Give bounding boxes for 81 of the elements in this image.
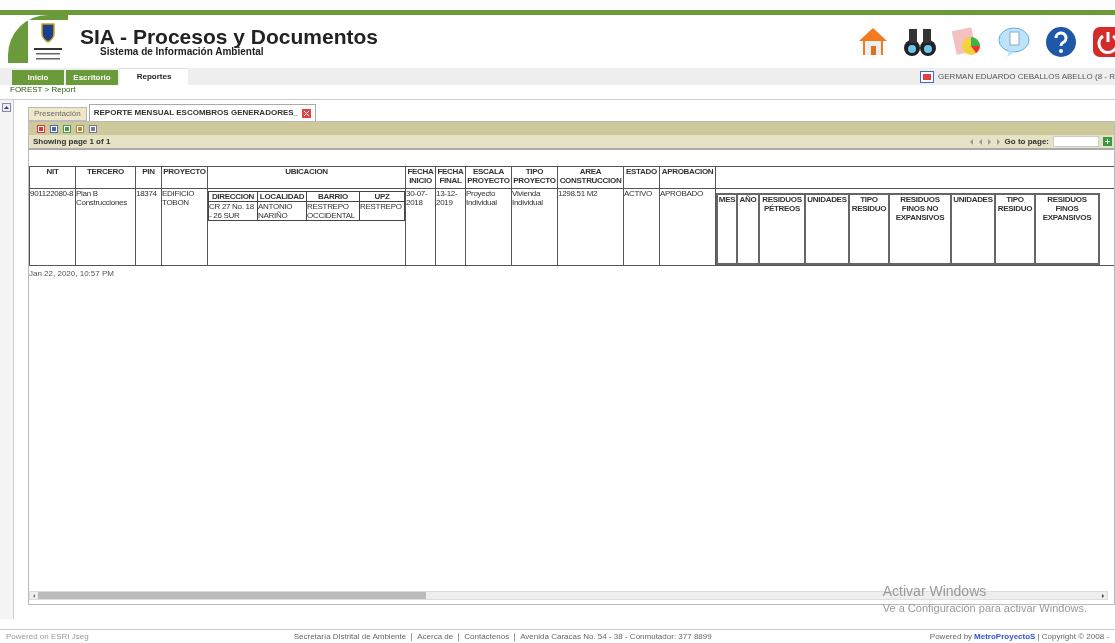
footer-link[interactable]: Secretaría Distrital de Ambiente [288,632,412,641]
toolbar-icon[interactable] [63,124,71,133]
column-header: UPZ [359,191,405,202]
table-cell: ACTIVO [623,188,660,266]
column-header: ESCALA PROYECTO [465,166,512,189]
generated-date: Jan 22, 2020, 10:57 PM [29,268,114,280]
column-header: DIRECCION [208,191,258,202]
user-icon [920,70,935,83]
column-header: UBICACION [207,166,406,189]
footer-link[interactable]: Avenida Caracas No. 54 - 38 - Conmutador: 377 8899 [514,632,717,641]
table-cell: Vivienda Individual [511,188,558,266]
column-header: LOCALIDAD [257,191,307,202]
toolbar-icon[interactable] [37,124,45,133]
table-cell: EDIFICIO TOBON [161,188,208,266]
scrollbar-thumb[interactable] [38,592,426,599]
column-header: TIPO PROYECTO [511,166,558,189]
column-header: RESIDUOS FINOS NO EXPANSIVOS [889,194,951,264]
collapse-icon[interactable] [2,103,11,112]
column-header: BARRIO [306,191,360,202]
column-header: RESIDUOS PÉTREOS [759,194,805,264]
document-tab[interactable]: REPORTE MENSUAL ESCOMBROS GENERADORES_ [88,104,317,121]
table-cell: RESTREPO OCCIDENTAL [306,201,360,221]
table-cell: 1298.51 M2 [557,188,624,266]
document-tab[interactable]: Presentación [28,107,87,121]
first-page-icon[interactable] [968,138,974,145]
activation-title: Activar Windows [882,583,988,600]
last-page-icon[interactable] [995,138,1001,145]
column-header: AREA CONSTRUCCION [557,166,624,189]
brand-link[interactable]: MetroProyectoS [974,630,1036,643]
table-cell: ANTONIO NARIÑO [257,201,307,221]
column-header: AÑO [737,194,759,264]
app-title: SIA - Procesos y Documentos [80,26,378,47]
nav-tab[interactable]: Reportes [120,68,188,85]
column-header: UNIDADES [805,194,849,264]
toolbar-icon[interactable] [50,124,58,133]
scroll-right-icon[interactable] [1099,591,1107,600]
go-icon[interactable] [1103,137,1112,146]
column-header: ESTADO [623,166,660,189]
column-header: UNIDADES [951,194,995,264]
column-header: NIT [29,166,76,189]
copyright: | Copyright © 2008 - [1037,630,1109,643]
power-icon[interactable] [1091,24,1115,59]
column-header: MES [717,194,737,264]
column-header: TIPO RESIDUO [849,194,889,264]
app-subtitle: Sistema de Información Ambiental [100,47,265,57]
column-header: RESIDUOS FINOS EXPANSIVOS [1035,194,1099,264]
goto-label: Go to page: [1004,135,1049,148]
table-cell: 13-12-2019 [435,188,466,266]
speech-bubble-icon[interactable] [997,24,1031,59]
column-header: TIPO RESIDUO [995,194,1035,264]
breadcrumb: FOREST > Report [10,85,76,95]
close-icon[interactable] [302,108,312,118]
nav-tab[interactable]: Inicio [12,70,64,85]
column-header: APROBACION [659,166,716,189]
next-page-icon[interactable] [986,138,992,145]
table-cell: CR 27 No. 18 - 26 SUR [208,201,258,221]
table-cell: 18374 [135,188,162,266]
column-header: TERCERO [75,166,136,189]
table-cell: APROBADO [659,188,716,266]
previous-page-icon[interactable] [977,138,983,145]
help-icon[interactable] [1044,24,1078,59]
table-cell: RESTREPO [359,201,405,221]
nav-tab[interactable]: Escritorio [66,70,118,85]
column-header: PROYECTO [161,166,208,189]
toolbar-icon[interactable] [89,124,97,133]
activation-text: Ve a Configuración para activar Windows. [882,601,1087,616]
table-cell: 901122080-8 [29,188,76,266]
page-status: Showing page 1 of 1 [33,135,111,148]
toolbar-icon[interactable] [76,124,84,133]
column-header: FECHA FINAL [435,166,466,189]
footer-note: Powered on ESRI Jseg [6,630,89,643]
column-header: PIN [135,166,162,189]
table-cell: 30-07-2018 [405,188,436,266]
page-input[interactable] [1053,136,1099,147]
table-cell: Proyecto Individual [465,188,512,266]
column-header: FECHA INICIO [405,166,436,189]
user-name: GERMAN EDUARDO CEBALLOS ABELLO (8 - R [938,70,1115,83]
powered-by: Powered by [929,630,973,643]
table-cell: Plan B Construcciones [75,188,136,266]
footer-link[interactable]: Contáctenos [458,632,515,641]
footer-link[interactable]: Acerca de [411,632,459,641]
